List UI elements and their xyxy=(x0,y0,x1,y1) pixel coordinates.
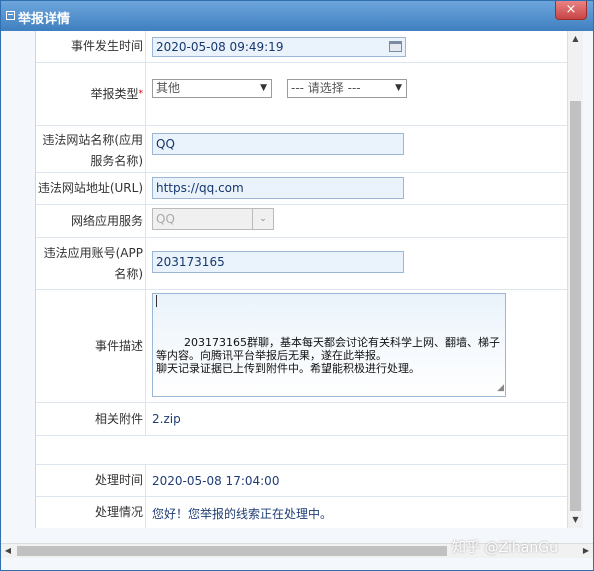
report-type-select[interactable]: 其他 ▼ xyxy=(152,79,272,98)
description-value: 203173165群聊，基本每天都会讨论有关科学上网、翻墙、梯子等内容。向腾讯平… xyxy=(156,336,500,375)
process-time-label: 处理时间 xyxy=(36,465,146,496)
event-time-field[interactable]: 2020-05-08 09:49:19 xyxy=(152,37,406,57)
report-type-label: 举报类型* xyxy=(36,63,146,125)
close-button[interactable]: × xyxy=(555,1,587,20)
report-subtype-selected: --- 请选择 --- xyxy=(291,81,361,95)
description-textarea[interactable]: 203173165群聊，基本每天都会讨论有关科学上网、翻墙、梯子等内容。向腾讯平… xyxy=(152,293,506,397)
app-account-value: 203173165 xyxy=(156,255,225,269)
site-url-value: https://qq.com xyxy=(156,181,244,195)
scroll-left-icon[interactable]: ◀ xyxy=(1,544,15,558)
network-service-label: 网络应用服务 xyxy=(36,205,146,237)
app-account-label: 违法应用账号(APP 名称) xyxy=(36,238,146,289)
row-process-time: 处理时间 2020-05-08 17:04:00 xyxy=(36,465,568,497)
site-name-value: QQ xyxy=(156,137,175,151)
site-name-label-line2: 服务名称) xyxy=(90,154,143,168)
row-event-time: 事件发生时间 2020-05-08 09:49:19 xyxy=(36,31,568,63)
resize-grip-icon[interactable]: ◢ xyxy=(497,382,504,395)
scroll-down-icon[interactable]: ▼ xyxy=(568,512,583,528)
report-subtype-select[interactable]: --- 请选择 --- ▼ xyxy=(287,79,407,98)
row-report-type: 举报类型* 其他 ▼ --- 请选择 --- ▼ xyxy=(36,63,568,126)
chevron-down-icon: ▼ xyxy=(260,83,267,93)
app-account-field[interactable]: 203173165 xyxy=(152,251,404,273)
report-detail-dialog: 举报详情 × 事件发生时间 2020-05-08 09:49:19 举报类型* … xyxy=(0,0,594,571)
vertical-scrollbar[interactable]: ▲ ▼ xyxy=(567,31,583,528)
site-name-field[interactable]: QQ xyxy=(152,133,404,155)
row-site-url: 违法网站地址(URL) https://qq.com xyxy=(36,173,568,205)
process-status-label: 处理情况 xyxy=(36,497,146,528)
app-account-label-line2: 名称) xyxy=(114,267,143,281)
row-network-service: 网络应用服务 QQ ⌄ xyxy=(36,205,568,238)
process-status-value: 您好！您举报的线索正在处理中。 xyxy=(152,507,333,521)
network-service-selected: QQ xyxy=(156,212,175,226)
app-account-label-line1: 违法应用账号(APP xyxy=(43,246,143,260)
row-empty xyxy=(36,436,568,465)
report-type-label-text: 举报类型 xyxy=(90,87,139,101)
row-description: 事件描述 203173165群聊，基本每天都会讨论有关科学上网、翻墙、梯子等内容… xyxy=(36,290,568,403)
calendar-icon[interactable] xyxy=(389,41,402,52)
row-attachment: 相关附件 2.zip xyxy=(36,403,568,436)
site-name-label-line1: 违法网站名称(应用 xyxy=(42,133,143,147)
scroll-up-icon[interactable]: ▲ xyxy=(568,31,583,47)
chevron-down-icon: ⌄ xyxy=(252,209,273,229)
attachment-label: 相关附件 xyxy=(36,403,146,435)
detail-form: 事件发生时间 2020-05-08 09:49:19 举报类型* 其他 ▼ --… xyxy=(35,31,568,528)
site-name-label: 违法网站名称(应用 服务名称) xyxy=(36,126,146,172)
chevron-down-icon: ▼ xyxy=(395,83,402,93)
row-process-status: 处理情况 您好！您举报的线索正在处理中。 xyxy=(36,497,568,528)
report-type-selected: 其他 xyxy=(156,81,181,95)
row-app-account: 违法应用账号(APP 名称) 203173165 xyxy=(36,238,568,290)
window-icon xyxy=(6,11,15,20)
description-label: 事件描述 xyxy=(36,290,146,402)
site-url-label: 违法网站地址(URL) xyxy=(36,173,146,204)
row-site-name: 违法网站名称(应用 服务名称) QQ xyxy=(36,126,568,173)
watermark: 知乎 @ZihanGu xyxy=(452,540,558,556)
dialog-titlebar[interactable]: 举报详情 xyxy=(1,1,593,31)
required-mark: * xyxy=(138,89,144,99)
text-caret xyxy=(156,295,157,307)
network-service-select: QQ ⌄ xyxy=(152,208,274,230)
site-url-field[interactable]: https://qq.com xyxy=(152,177,404,199)
horizontal-scroll-thumb[interactable] xyxy=(17,546,447,556)
vertical-scroll-thumb[interactable] xyxy=(570,101,581,511)
event-time-label: 事件发生时间 xyxy=(36,31,146,62)
dialog-title: 举报详情 xyxy=(18,12,71,27)
scroll-right-icon[interactable]: ▶ xyxy=(579,544,593,558)
attachment-link[interactable]: 2.zip xyxy=(152,412,181,426)
event-time-value: 2020-05-08 09:49:19 xyxy=(156,40,284,54)
process-time-value: 2020-05-08 17:04:00 xyxy=(152,474,280,488)
